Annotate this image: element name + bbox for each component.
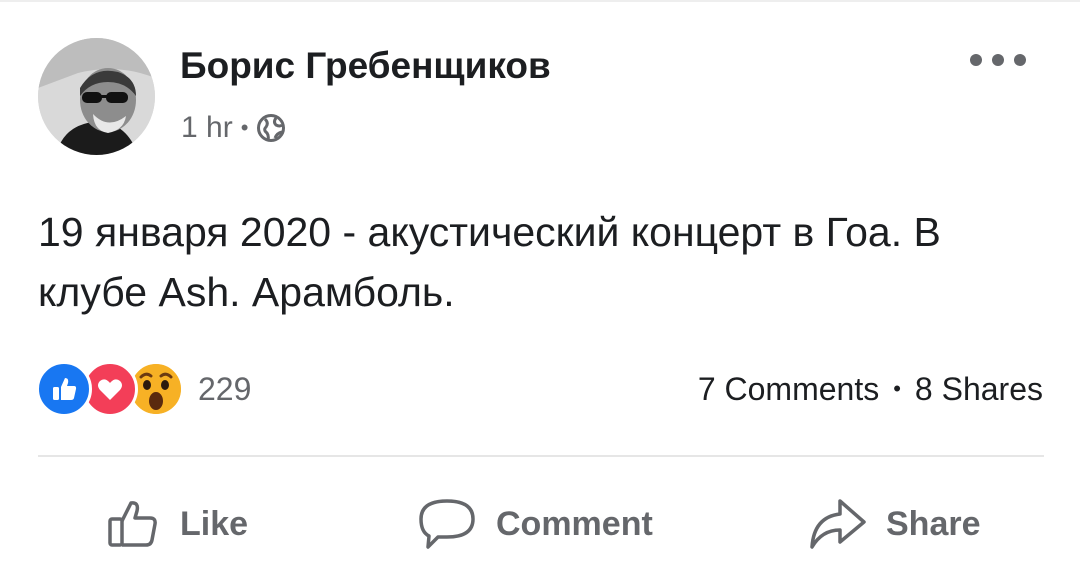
- comments-count-link[interactable]: 7 Comments: [698, 371, 879, 408]
- more-dot: [1014, 54, 1026, 66]
- thumbs-up-icon: [108, 501, 157, 547]
- actions-divider: [38, 455, 1044, 457]
- counts-separator: •: [893, 376, 901, 401]
- comment-icon: [419, 499, 475, 549]
- share-button[interactable]: Share: [806, 493, 981, 555]
- like-button[interactable]: Like: [104, 493, 248, 555]
- avatar[interactable]: [38, 38, 155, 155]
- shares-count-link[interactable]: 8 Shares: [915, 371, 1043, 408]
- like-label: Like: [180, 504, 249, 543]
- like-reaction-icon: [36, 361, 92, 417]
- share-arrow-icon: [810, 499, 866, 549]
- more-options-icon[interactable]: [970, 44, 1026, 76]
- comment-button[interactable]: Comment: [416, 493, 653, 555]
- comment-label: Comment: [496, 504, 653, 543]
- more-dot: [992, 54, 1004, 66]
- share-label: Share: [886, 504, 981, 543]
- engagement-counts: 7 Comments • 8 Shares: [698, 366, 1043, 412]
- post-text: 19 января 2020 - акустический концерт в …: [38, 209, 941, 315]
- reactions-summary[interactable]: 229: [36, 360, 251, 418]
- post-time[interactable]: 1 hr: [181, 111, 233, 145]
- author-name[interactable]: Борис Гребенщиков: [180, 44, 551, 88]
- more-dot: [970, 54, 982, 66]
- top-divider: [0, 0, 1080, 2]
- reaction-count: 229: [198, 370, 252, 407]
- avatar-image: [38, 38, 155, 155]
- post-meta: 1 hr •: [181, 108, 286, 148]
- globe-icon: [256, 113, 286, 143]
- meta-separator: •: [240, 115, 249, 140]
